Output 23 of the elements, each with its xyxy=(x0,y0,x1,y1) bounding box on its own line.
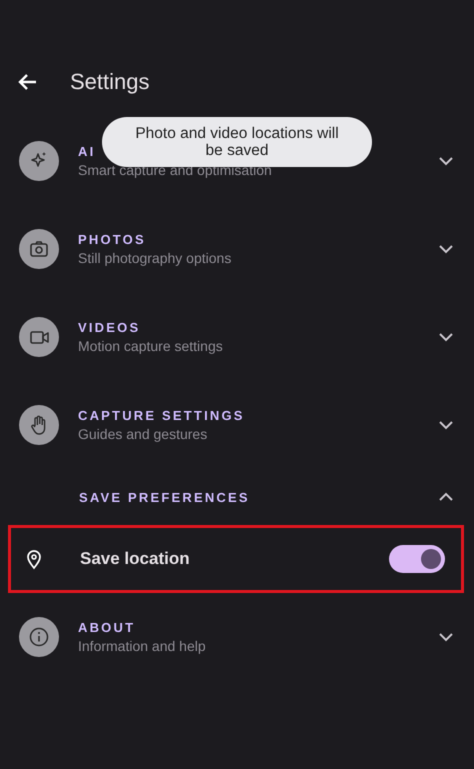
page-title: Settings xyxy=(70,69,150,95)
category-subtitle: Information and help xyxy=(78,638,206,654)
hand-icon xyxy=(19,405,59,445)
category-title: AI xyxy=(78,144,96,159)
sparkle-icon xyxy=(19,141,59,181)
category-title: VIDEOS xyxy=(78,320,140,335)
video-camera-icon xyxy=(19,317,59,357)
settings-category[interactable]: VIDEOS Motion capture settings xyxy=(0,293,474,381)
category-subtitle: Motion capture settings xyxy=(78,338,223,354)
setting-label: Save location xyxy=(80,549,191,569)
settings-category[interactable]: ABOUT Information and help xyxy=(0,593,474,681)
toggle-switch[interactable] xyxy=(389,545,445,573)
category-title: CAPTURE SETTINGS xyxy=(78,408,245,423)
section-heading: SAVE PREFERENCES xyxy=(79,490,251,504)
camera-icon xyxy=(19,229,59,269)
location-saved-toast: Photo and video locations will be saved xyxy=(102,117,372,167)
category-subtitle: Guides and gestures xyxy=(78,426,208,442)
info-icon xyxy=(19,617,59,657)
category-title: ABOUT xyxy=(78,620,136,635)
category-title: PHOTOS xyxy=(78,232,146,247)
settings-category[interactable]: CAPTURE SETTINGS Guides and gestures xyxy=(0,381,474,469)
category-subtitle: Still photography options xyxy=(78,250,232,266)
settings-category[interactable]: PHOTOS Still photography options xyxy=(0,205,474,293)
